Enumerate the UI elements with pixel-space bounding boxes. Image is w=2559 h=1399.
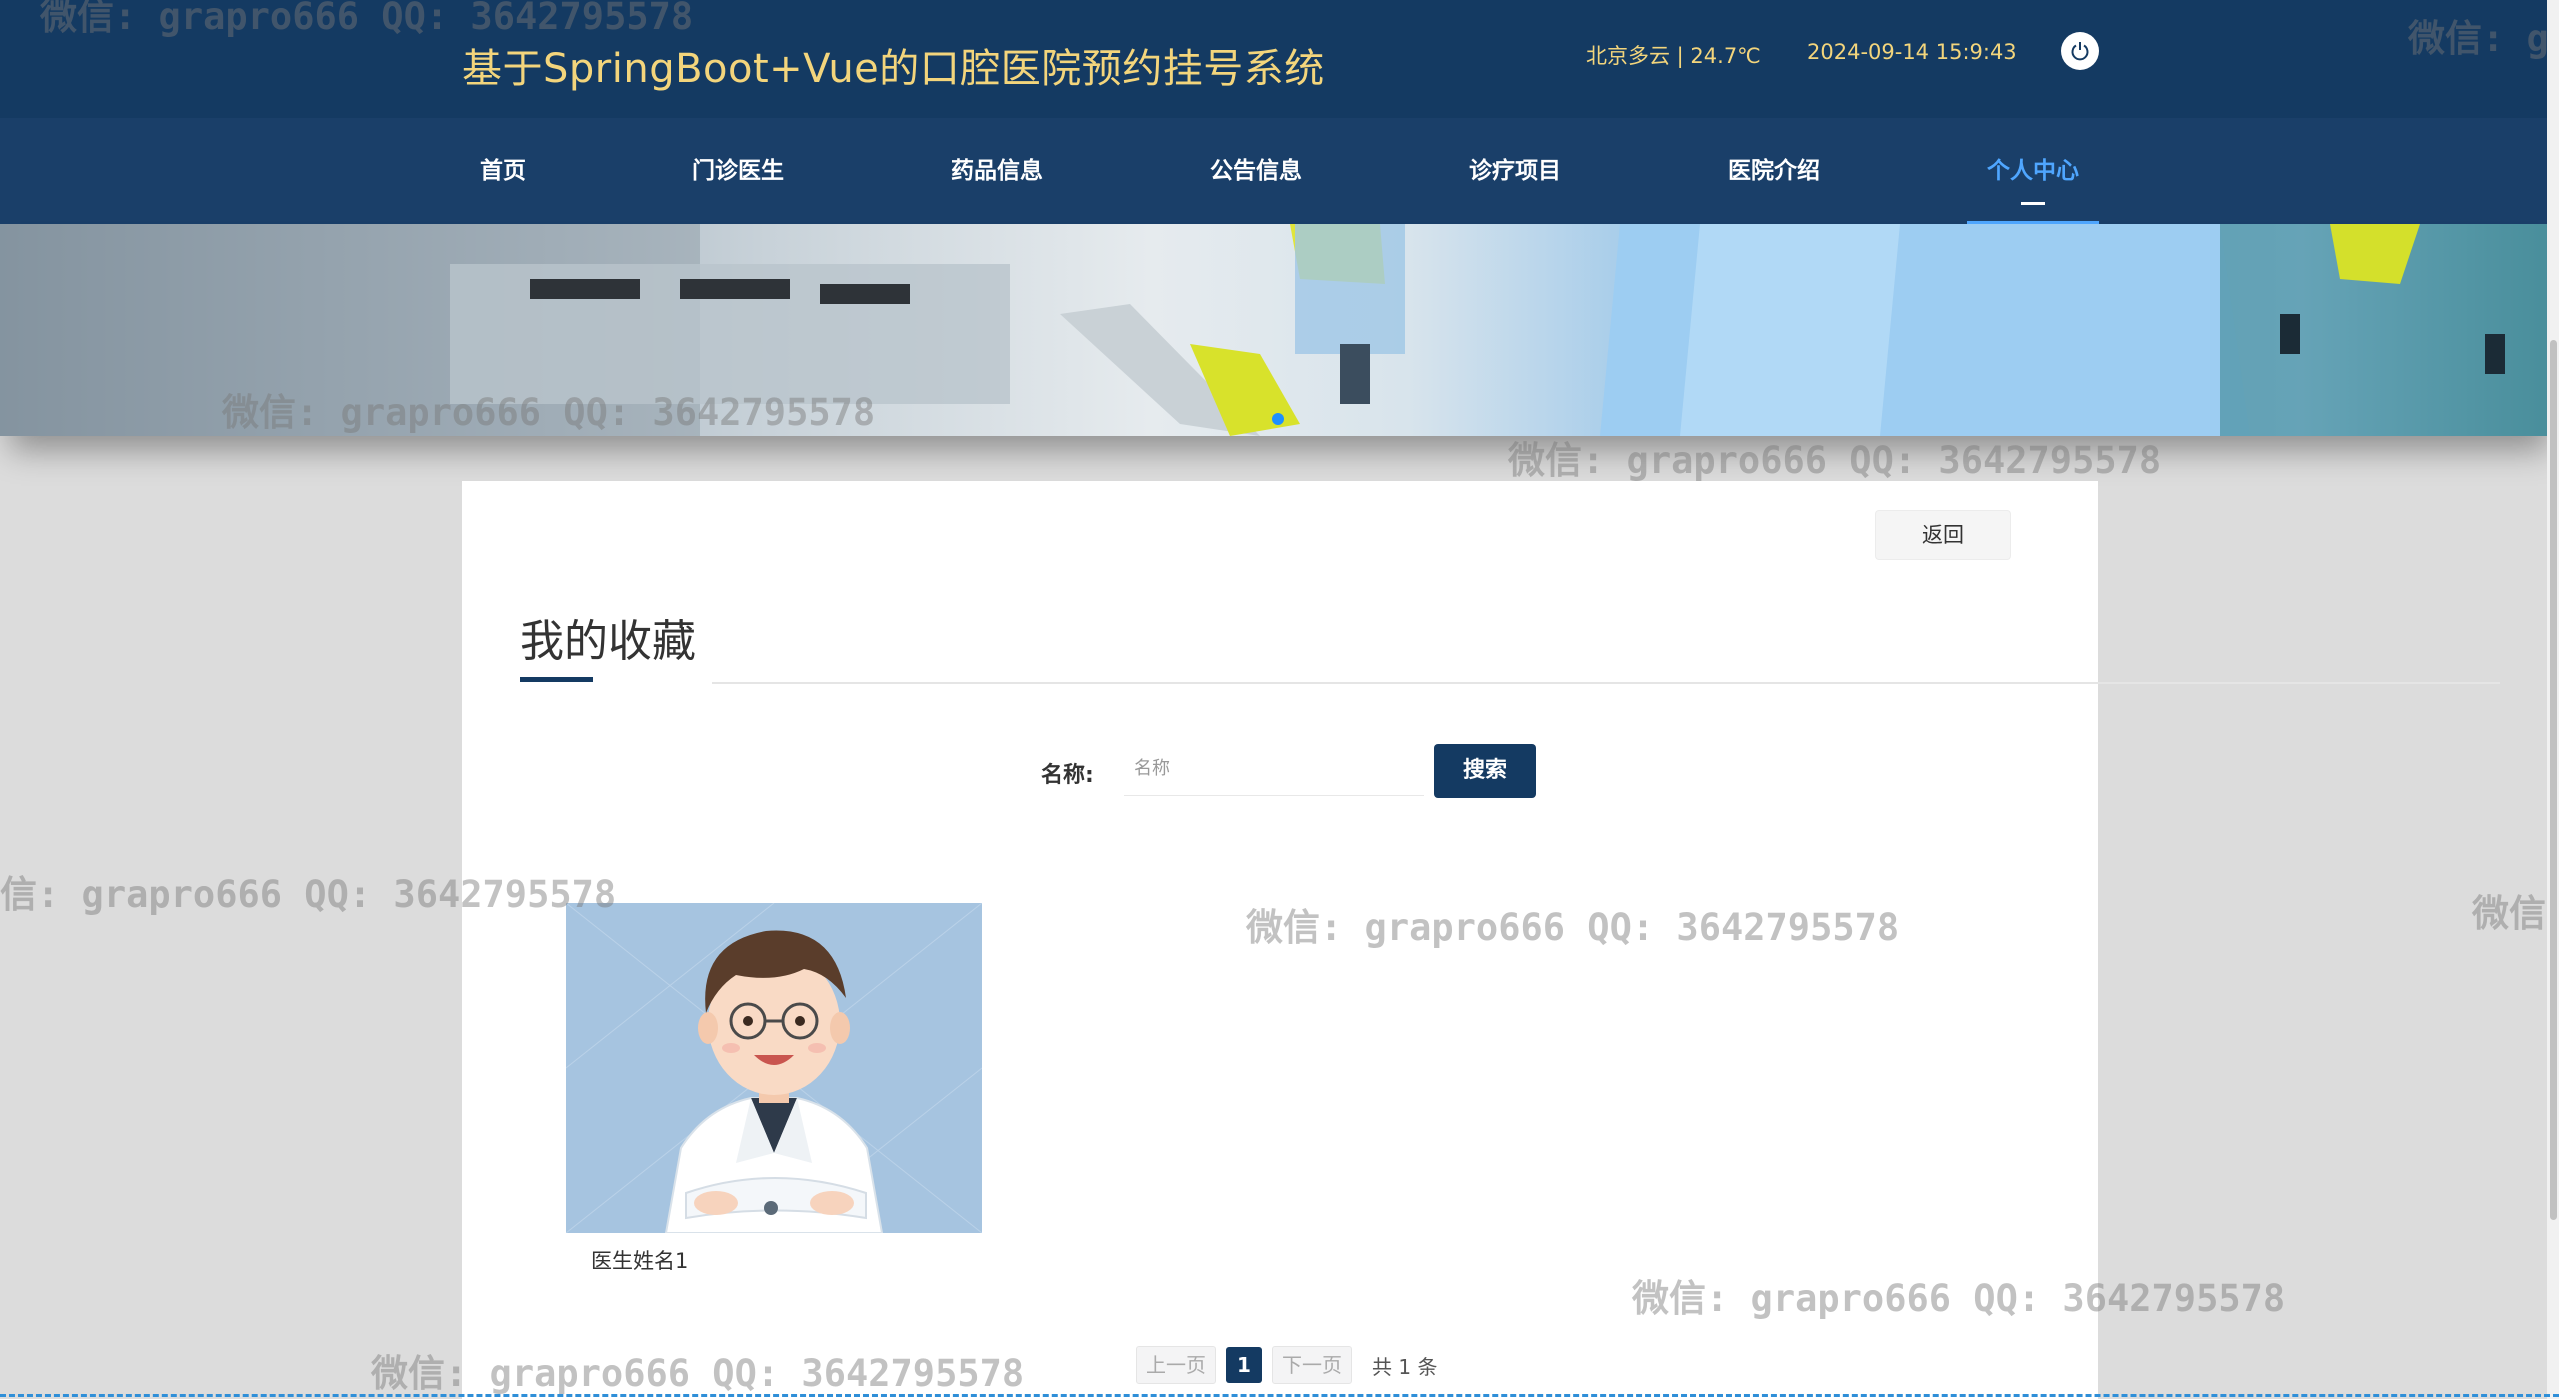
power-icon <box>2071 42 2089 61</box>
doctor-avatar-image <box>566 903 982 1233</box>
nav-item-doctors[interactable]: 门诊医生 <box>672 118 804 224</box>
carousel-dots <box>1272 413 1284 425</box>
logout-button[interactable] <box>2061 32 2099 70</box>
nav-item-personal-center[interactable]: 个人中心 <box>1967 118 2099 224</box>
back-button[interactable]: 返回 <box>1875 510 2011 560</box>
site-title: 基于SpringBoot+Vue的口腔医院预约挂号系统 <box>462 46 1325 92</box>
nav-item-hospital-intro[interactable]: 医院介绍 <box>1708 118 1840 224</box>
total-count: 共 1 条 <box>1372 1354 1438 1379</box>
top-header: 基于SpringBoot+Vue的口腔医院预约挂号系统 北京多云 | 24.7℃… <box>0 0 2559 118</box>
bottom-border <box>0 1394 2559 1397</box>
nav-item-home[interactable]: 首页 <box>457 118 549 224</box>
main-nav: 首页 门诊医生 药品信息 公告信息 诊疗项目 医院介绍 个人中心 <box>0 118 2559 224</box>
nav-item-announcements[interactable]: 公告信息 <box>1190 118 1322 224</box>
prev-page-button[interactable]: 上一页 <box>1136 1346 1216 1384</box>
search-input[interactable] <box>1124 742 1424 796</box>
current-datetime: 2024-09-14 15:9:43 <box>1807 40 2017 64</box>
page-title: 我的收藏 <box>520 616 696 667</box>
nav-item-medicines[interactable]: 药品信息 <box>931 118 1063 224</box>
page-number-1[interactable]: 1 <box>1226 1347 1262 1383</box>
favorite-card[interactable]: 医生姓名1 <box>566 903 982 1275</box>
watermark: 微信: grapro666 QQ: 3642795578 <box>1508 439 2162 482</box>
title-underline <box>520 677 593 682</box>
search-label: 名称: <box>1041 763 1094 788</box>
doctor-name: 医生姓名1 <box>591 1249 689 1273</box>
banner-image <box>0 224 2559 436</box>
banner-carousel[interactable] <box>0 224 2559 436</box>
pagination: 上一页 1 下一页 共 1 条 <box>1136 1346 1437 1384</box>
nav-item-treatments[interactable]: 诊疗项目 <box>1449 118 1581 224</box>
weather-info: 北京多云 | 24.7℃ <box>1586 44 1761 68</box>
search-button[interactable]: 搜索 <box>1434 744 1536 798</box>
watermark: 微信 <box>2472 892 2546 935</box>
active-indicator <box>2021 202 2045 205</box>
favorites-panel: 返回 我的收藏 名称: 搜索 <box>462 481 2500 1399</box>
carousel-dot[interactable] <box>1272 413 1284 425</box>
scrollbar-thumb[interactable] <box>2550 340 2557 1220</box>
title-divider <box>712 682 2500 684</box>
nav-item-label: 个人中心 <box>1987 158 2079 184</box>
next-page-button[interactable]: 下一页 <box>1272 1346 1352 1384</box>
